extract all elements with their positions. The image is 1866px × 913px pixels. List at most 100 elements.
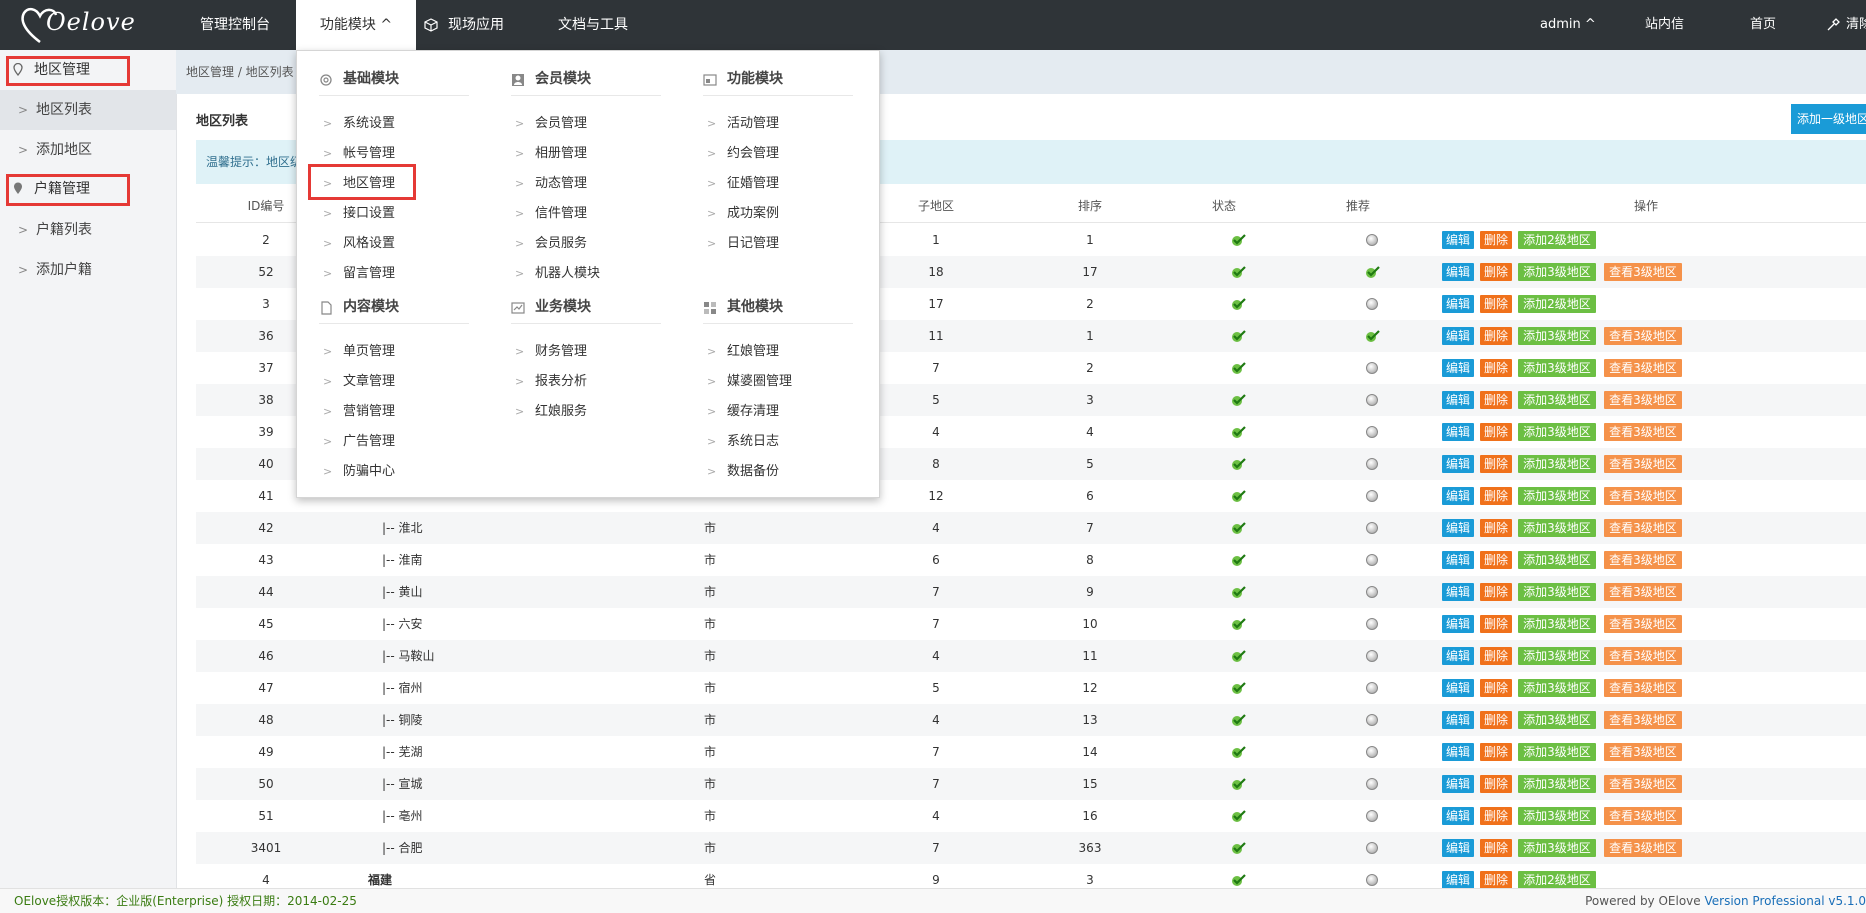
delete-button[interactable]: 删除 [1480, 295, 1512, 313]
menu-item[interactable]: > 系统日志 [707, 427, 847, 457]
status-check-icon[interactable] [1231, 713, 1247, 727]
nav-clear-cache[interactable]: 清除 [1826, 0, 1866, 50]
add-subregion-button[interactable]: 添加3级地区 [1518, 647, 1596, 665]
menu-item[interactable]: > 报表分析 [515, 367, 655, 397]
view-subregion-button[interactable]: 查看3级地区 [1604, 839, 1682, 857]
nav-home[interactable]: 首页 [1750, 0, 1776, 50]
status-check-icon[interactable] [1231, 265, 1247, 279]
recommend-off-icon[interactable] [1366, 714, 1378, 726]
delete-button[interactable]: 删除 [1480, 615, 1512, 633]
edit-button[interactable]: 编辑 [1442, 775, 1474, 793]
edit-button[interactable]: 编辑 [1442, 711, 1474, 729]
edit-button[interactable]: 编辑 [1442, 423, 1474, 441]
status-check-icon[interactable] [1231, 585, 1247, 599]
menu-item[interactable]: > 信件管理 [515, 199, 655, 229]
menu-item[interactable]: > 约会管理 [707, 139, 847, 169]
add-subregion-button[interactable]: 添加3级地区 [1518, 679, 1596, 697]
delete-button[interactable]: 删除 [1480, 391, 1512, 409]
add-subregion-button[interactable]: 添加2级地区 [1518, 295, 1596, 313]
recommend-off-icon[interactable] [1366, 298, 1378, 310]
delete-button[interactable]: 删除 [1480, 775, 1512, 793]
status-check-icon[interactable] [1231, 297, 1247, 311]
edit-button[interactable]: 编辑 [1442, 231, 1474, 249]
edit-button[interactable]: 编辑 [1442, 359, 1474, 377]
recommend-off-icon[interactable] [1366, 810, 1378, 822]
menu-item[interactable]: > 系统设置 [323, 109, 463, 139]
edit-button[interactable]: 编辑 [1442, 519, 1474, 537]
menu-item[interactable]: > 营销管理 [323, 397, 463, 427]
menu-item[interactable]: > 机器人模块 [515, 259, 655, 289]
edit-button[interactable]: 编辑 [1442, 455, 1474, 473]
recommend-off-icon[interactable] [1366, 682, 1378, 694]
add-subregion-button[interactable]: 添加3级地区 [1518, 583, 1596, 601]
delete-button[interactable]: 删除 [1480, 839, 1512, 857]
menu-item[interactable]: > 文章管理 [323, 367, 463, 397]
add-subregion-button[interactable]: 添加3级地区 [1518, 391, 1596, 409]
add-subregion-button[interactable]: 添加2级地区 [1518, 871, 1596, 889]
status-check-icon[interactable] [1231, 457, 1247, 471]
view-subregion-button[interactable]: 查看3级地区 [1604, 423, 1682, 441]
nav-docs-tools[interactable]: 文档与工具 [558, 0, 628, 50]
status-check-icon[interactable] [1231, 233, 1247, 247]
nav-onsite-apps[interactable]: 现场应用 [448, 0, 504, 50]
version-link[interactable]: Version Professional v5.1.0 [1704, 894, 1866, 908]
delete-button[interactable]: 删除 [1480, 871, 1512, 889]
add-subregion-button[interactable]: 添加3级地区 [1518, 615, 1596, 633]
menu-item[interactable]: > 活动管理 [707, 109, 847, 139]
add-subregion-button[interactable]: 添加3级地区 [1518, 359, 1596, 377]
menu-item[interactable]: > 成功案例 [707, 199, 847, 229]
view-subregion-button[interactable]: 查看3级地区 [1604, 583, 1682, 601]
status-check-icon[interactable] [1231, 777, 1247, 791]
recommend-off-icon[interactable] [1366, 362, 1378, 374]
status-check-icon[interactable] [1231, 521, 1247, 535]
view-subregion-button[interactable]: 查看3级地区 [1604, 775, 1682, 793]
delete-button[interactable]: 删除 [1480, 583, 1512, 601]
edit-button[interactable]: 编辑 [1442, 583, 1474, 601]
add-subregion-button[interactable]: 添加3级地区 [1518, 263, 1596, 281]
add-subregion-button[interactable]: 添加3级地区 [1518, 839, 1596, 857]
view-subregion-button[interactable]: 查看3级地区 [1604, 679, 1682, 697]
menu-item[interactable]: > 日记管理 [707, 229, 847, 259]
add-subregion-button[interactable]: 添加3级地区 [1518, 551, 1596, 569]
recommend-off-icon[interactable] [1366, 746, 1378, 758]
view-subregion-button[interactable]: 查看3级地区 [1604, 647, 1682, 665]
menu-item[interactable]: > 会员服务 [515, 229, 655, 259]
edit-button[interactable]: 编辑 [1442, 327, 1474, 345]
edit-button[interactable]: 编辑 [1442, 839, 1474, 857]
recommend-check-icon[interactable] [1365, 265, 1381, 279]
delete-button[interactable]: 删除 [1480, 807, 1512, 825]
delete-button[interactable]: 删除 [1480, 455, 1512, 473]
delete-button[interactable]: 删除 [1480, 231, 1512, 249]
add-subregion-button[interactable]: 添加3级地区 [1518, 775, 1596, 793]
view-subregion-button[interactable]: 查看3级地区 [1604, 551, 1682, 569]
add-top-region-button[interactable]: 添加一级地区 [1791, 104, 1866, 134]
recommend-off-icon[interactable] [1366, 874, 1378, 886]
recommend-check-icon[interactable] [1365, 329, 1381, 343]
recommend-off-icon[interactable] [1366, 458, 1378, 470]
nav-messages[interactable]: 站内信 [1645, 0, 1684, 50]
recommend-off-icon[interactable] [1366, 554, 1378, 566]
delete-button[interactable]: 删除 [1480, 423, 1512, 441]
edit-button[interactable]: 编辑 [1442, 551, 1474, 569]
view-subregion-button[interactable]: 查看3级地区 [1604, 743, 1682, 761]
menu-item[interactable]: > 接口设置 [323, 199, 463, 229]
recommend-off-icon[interactable] [1366, 842, 1378, 854]
status-check-icon[interactable] [1231, 745, 1247, 759]
menu-item[interactable]: > 动态管理 [515, 169, 655, 199]
menu-item[interactable]: > 留言管理 [323, 259, 463, 289]
menu-item[interactable]: > 征婚管理 [707, 169, 847, 199]
menu-item[interactable]: > 数据备份 [707, 457, 847, 487]
status-check-icon[interactable] [1231, 361, 1247, 375]
nav-dashboard[interactable]: 管理控制台 [200, 0, 270, 50]
delete-button[interactable]: 删除 [1480, 551, 1512, 569]
recommend-off-icon[interactable] [1366, 586, 1378, 598]
delete-button[interactable]: 删除 [1480, 487, 1512, 505]
status-check-icon[interactable] [1231, 553, 1247, 567]
add-subregion-button[interactable]: 添加3级地区 [1518, 327, 1596, 345]
sidebar-item-add-region[interactable]: > 添加地区 [0, 130, 176, 170]
view-subregion-button[interactable]: 查看3级地区 [1604, 327, 1682, 345]
status-check-icon[interactable] [1231, 393, 1247, 407]
menu-item[interactable]: > 防骗中心 [323, 457, 463, 487]
status-check-icon[interactable] [1231, 873, 1247, 887]
edit-button[interactable]: 编辑 [1442, 295, 1474, 313]
